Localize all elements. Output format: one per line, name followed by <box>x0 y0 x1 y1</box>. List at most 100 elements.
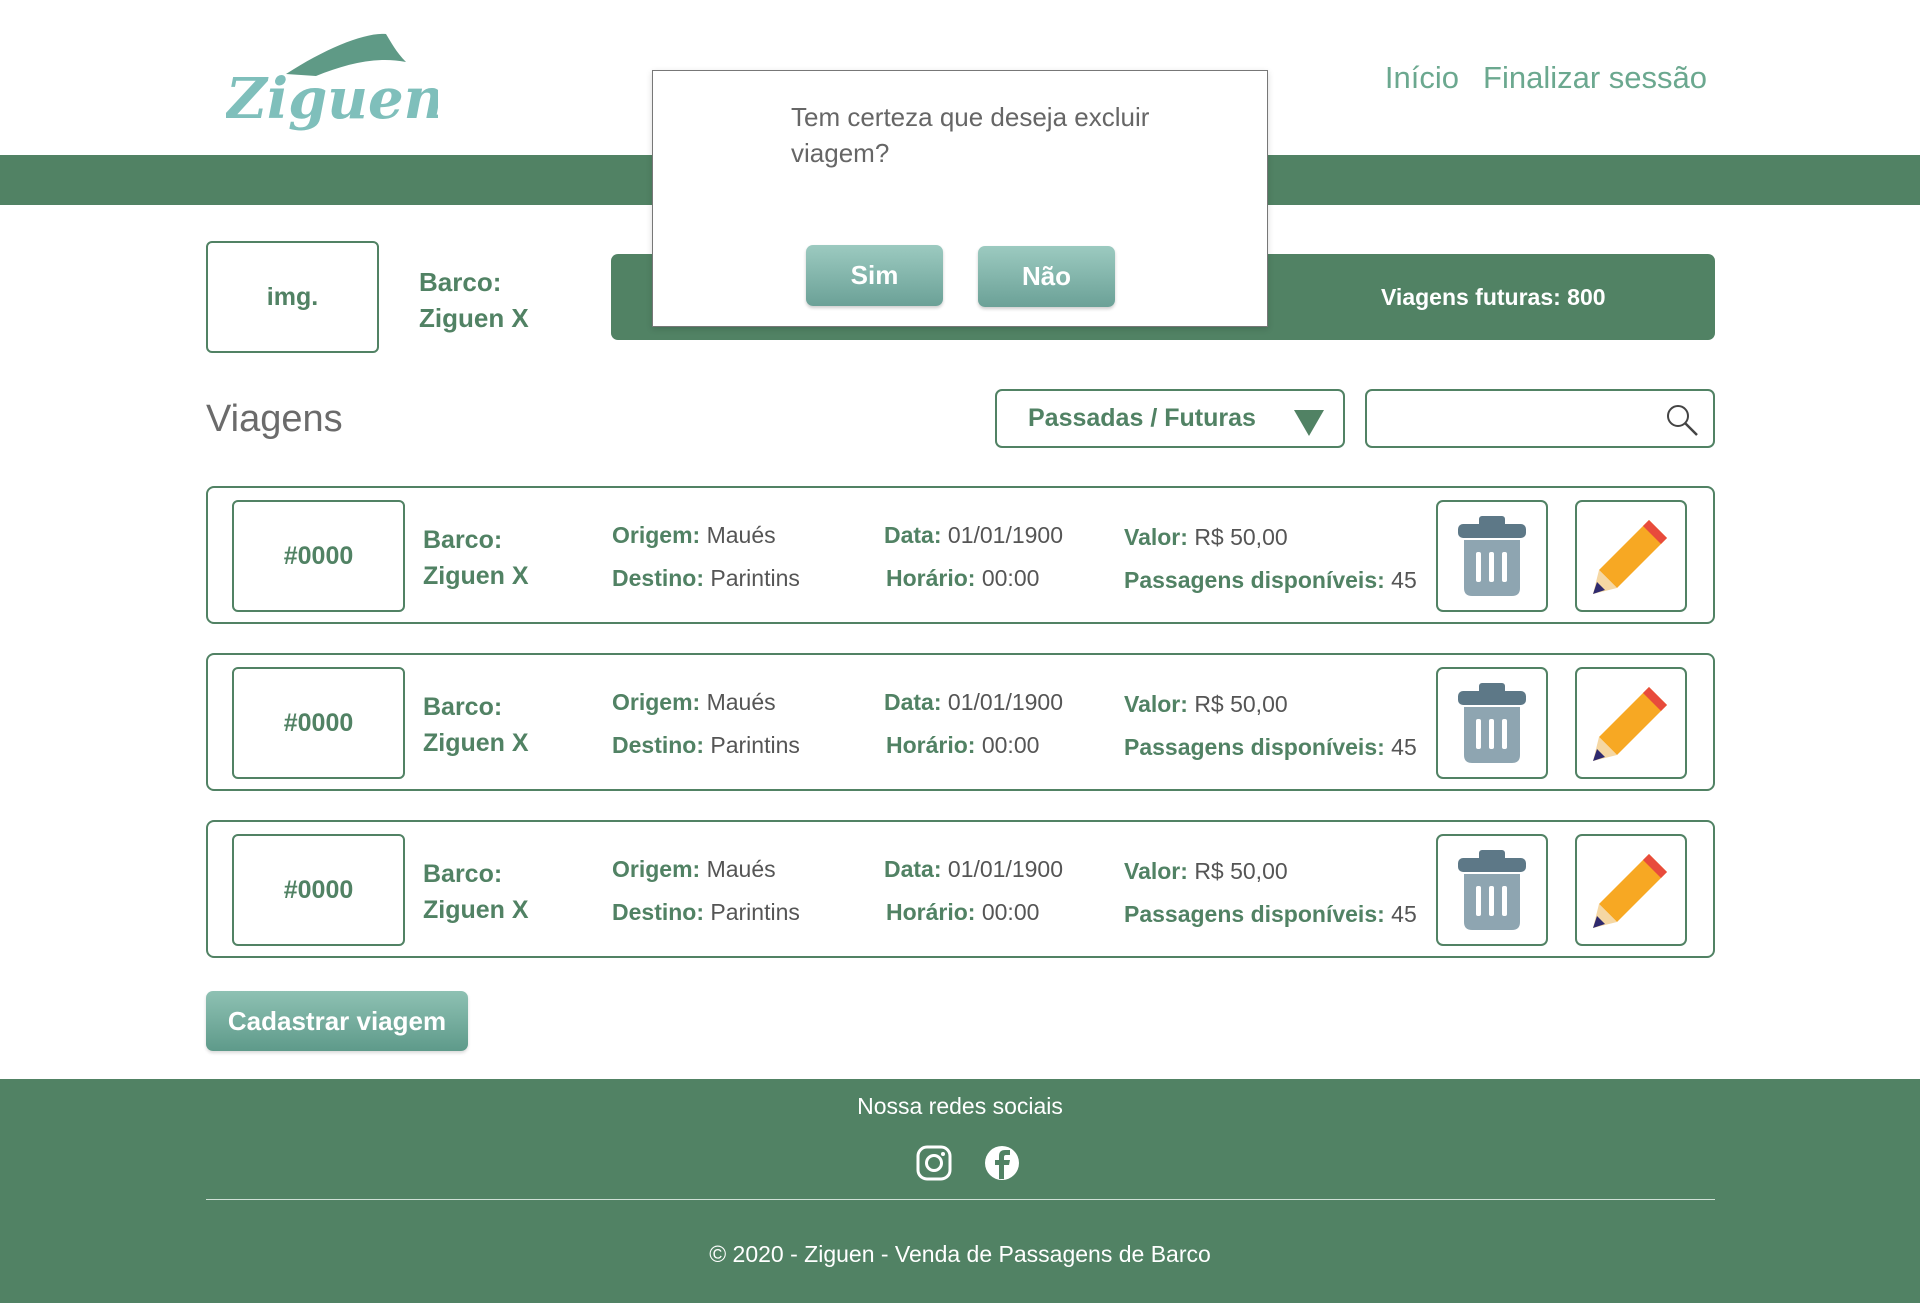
boat-name: Ziguen X <box>419 303 529 333</box>
origin-value: Maués <box>706 856 776 882</box>
origin-label: Origem: <box>612 856 701 882</box>
seats-label: Passagens disponíveis: <box>1124 734 1385 760</box>
site-footer: Nossa redes sociais © 2020 - Ziguen - Ve… <box>0 1079 1920 1303</box>
trip-boat: Barco: Ziguen X <box>423 689 529 761</box>
destination-label: Destino: <box>612 899 704 925</box>
trip-schedule: Data: 01/01/1900 Horário: 00:00 <box>884 681 1063 767</box>
trip-row: #0000 Barco: Ziguen X Origem: Maués Dest… <box>206 820 1715 958</box>
seats-value: 45 <box>1391 734 1417 760</box>
trip-pricing: Valor: R$ 50,00 Passagens disponíveis: 4… <box>1124 850 1417 936</box>
trip-boat: Barco: Ziguen X <box>423 856 529 928</box>
trip-code: #0000 <box>232 500 405 612</box>
destination-value: Parintins <box>710 899 800 925</box>
trip-boat: Barco: Ziguen X <box>423 522 529 594</box>
trip-boat-label: Barco: <box>423 860 503 888</box>
nav-logout-link[interactable]: Finalizar sessão <box>1483 60 1707 96</box>
page-title: Viagens <box>206 398 343 440</box>
seats-value: 45 <box>1391 901 1417 927</box>
destination-label: Destino: <box>612 565 704 591</box>
time-label: Horário: <box>886 899 976 925</box>
svg-text:Ziguen: Ziguen <box>226 66 438 132</box>
social-title: Nossa redes sociais <box>857 1093 1063 1119</box>
trip-pricing: Valor: R$ 50,00 Passagens disponíveis: 4… <box>1124 516 1417 602</box>
filter-selected-value: Passadas / Futuras <box>1028 404 1256 432</box>
trip-code: #0000 <box>232 667 405 779</box>
time-value: 00:00 <box>981 565 1040 591</box>
destination-value: Parintins <box>710 565 800 591</box>
destination-value: Parintins <box>710 732 800 758</box>
price-label: Valor: <box>1124 691 1188 717</box>
pencil-icon <box>1593 520 1667 594</box>
boat-label: Barco: <box>419 267 502 297</box>
origin-value: Maués <box>706 689 776 715</box>
trip-row: #0000 Barco: Ziguen X Origem: Maués Dest… <box>206 653 1715 791</box>
origin-label: Origem: <box>612 522 701 548</box>
copyright: © 2020 - Ziguen - Venda de Passagens de … <box>709 1241 1211 1267</box>
trash-icon <box>1458 516 1526 596</box>
dropdown-triangle-icon[interactable] <box>1294 410 1324 436</box>
trip-boat-label: Barco: <box>423 526 503 554</box>
trip-boat-name: Ziguen X <box>423 729 529 757</box>
date-value: 01/01/1900 <box>947 689 1064 715</box>
ziguen-logo[interactable]: Ziguen <box>226 28 438 144</box>
seats-label: Passagens disponíveis: <box>1124 567 1385 593</box>
date-label: Data: <box>884 522 942 548</box>
trip-code: #0000 <box>232 834 405 946</box>
delete-trip-button[interactable] <box>1436 667 1548 779</box>
trip-boat-name: Ziguen X <box>423 896 529 924</box>
destination-label: Destino: <box>612 732 704 758</box>
main-nav: Início Finalizar sessão <box>1385 60 1707 96</box>
time-value: 00:00 <box>981 732 1040 758</box>
confirm-yes-button[interactable]: Sim <box>806 245 943 306</box>
trip-schedule: Data: 01/01/1900 Horário: 00:00 <box>884 848 1063 934</box>
dialog-message: Tem certeza que deseja excluir viagem? <box>791 102 1150 168</box>
stat-future-trips: Viagens futuras: 800 <box>1381 284 1606 310</box>
date-label: Data: <box>884 856 942 882</box>
seats-label: Passagens disponíveis: <box>1124 901 1385 927</box>
add-trip-button[interactable]: Cadastrar viagem <box>206 991 468 1051</box>
boat-image-placeholder: img. <box>206 241 379 353</box>
price-label: Valor: <box>1124 524 1188 550</box>
trip-route: Origem: Maués Destino: Parintins <box>612 681 800 767</box>
search-box <box>1365 389 1715 448</box>
price-value: R$ 50,00 <box>1194 858 1288 884</box>
seats-value: 45 <box>1391 567 1417 593</box>
nav-home-link[interactable]: Início <box>1385 60 1459 96</box>
edit-trip-button[interactable] <box>1575 834 1687 946</box>
facebook-icon[interactable] <box>984 1145 1020 1181</box>
instagram-icon[interactable] <box>916 1145 952 1181</box>
time-value: 00:00 <box>981 899 1040 925</box>
trash-icon <box>1458 850 1526 930</box>
boat-info: Barco: Ziguen X <box>419 264 529 336</box>
origin-label: Origem: <box>612 689 701 715</box>
trip-schedule: Data: 01/01/1900 Horário: 00:00 <box>884 514 1063 600</box>
edit-trip-button[interactable] <box>1575 500 1687 612</box>
price-value: R$ 50,00 <box>1194 691 1288 717</box>
delete-trip-button[interactable] <box>1436 834 1548 946</box>
trip-boat-label: Barco: <box>423 693 503 721</box>
search-input[interactable] <box>1377 399 1657 439</box>
time-label: Horário: <box>886 565 976 591</box>
confirm-no-button[interactable]: Não <box>978 246 1115 307</box>
search-icon[interactable] <box>1665 403 1699 437</box>
date-value: 01/01/1900 <box>947 856 1064 882</box>
footer-divider <box>206 1199 1715 1200</box>
trash-icon <box>1458 683 1526 763</box>
origin-value: Maués <box>706 522 776 548</box>
delete-trip-button[interactable] <box>1436 500 1548 612</box>
trip-filter-select[interactable]: Passadas / Futuras <box>995 389 1345 448</box>
trip-route: Origem: Maués Destino: Parintins <box>612 514 800 600</box>
trip-row: #0000 Barco: Ziguen X Origem: Maués Dest… <box>206 486 1715 624</box>
date-value: 01/01/1900 <box>947 522 1064 548</box>
edit-trip-button[interactable] <box>1575 667 1687 779</box>
delete-confirm-dialog: Tem certeza que deseja excluir viagem? S… <box>652 70 1268 327</box>
trip-route: Origem: Maués Destino: Parintins <box>612 848 800 934</box>
price-label: Valor: <box>1124 858 1188 884</box>
price-value: R$ 50,00 <box>1194 524 1288 550</box>
time-label: Horário: <box>886 732 976 758</box>
pencil-icon <box>1593 687 1667 761</box>
date-label: Data: <box>884 689 942 715</box>
social-links <box>916 1145 1020 1181</box>
trip-pricing: Valor: R$ 50,00 Passagens disponíveis: 4… <box>1124 683 1417 769</box>
trip-boat-name: Ziguen X <box>423 562 529 590</box>
